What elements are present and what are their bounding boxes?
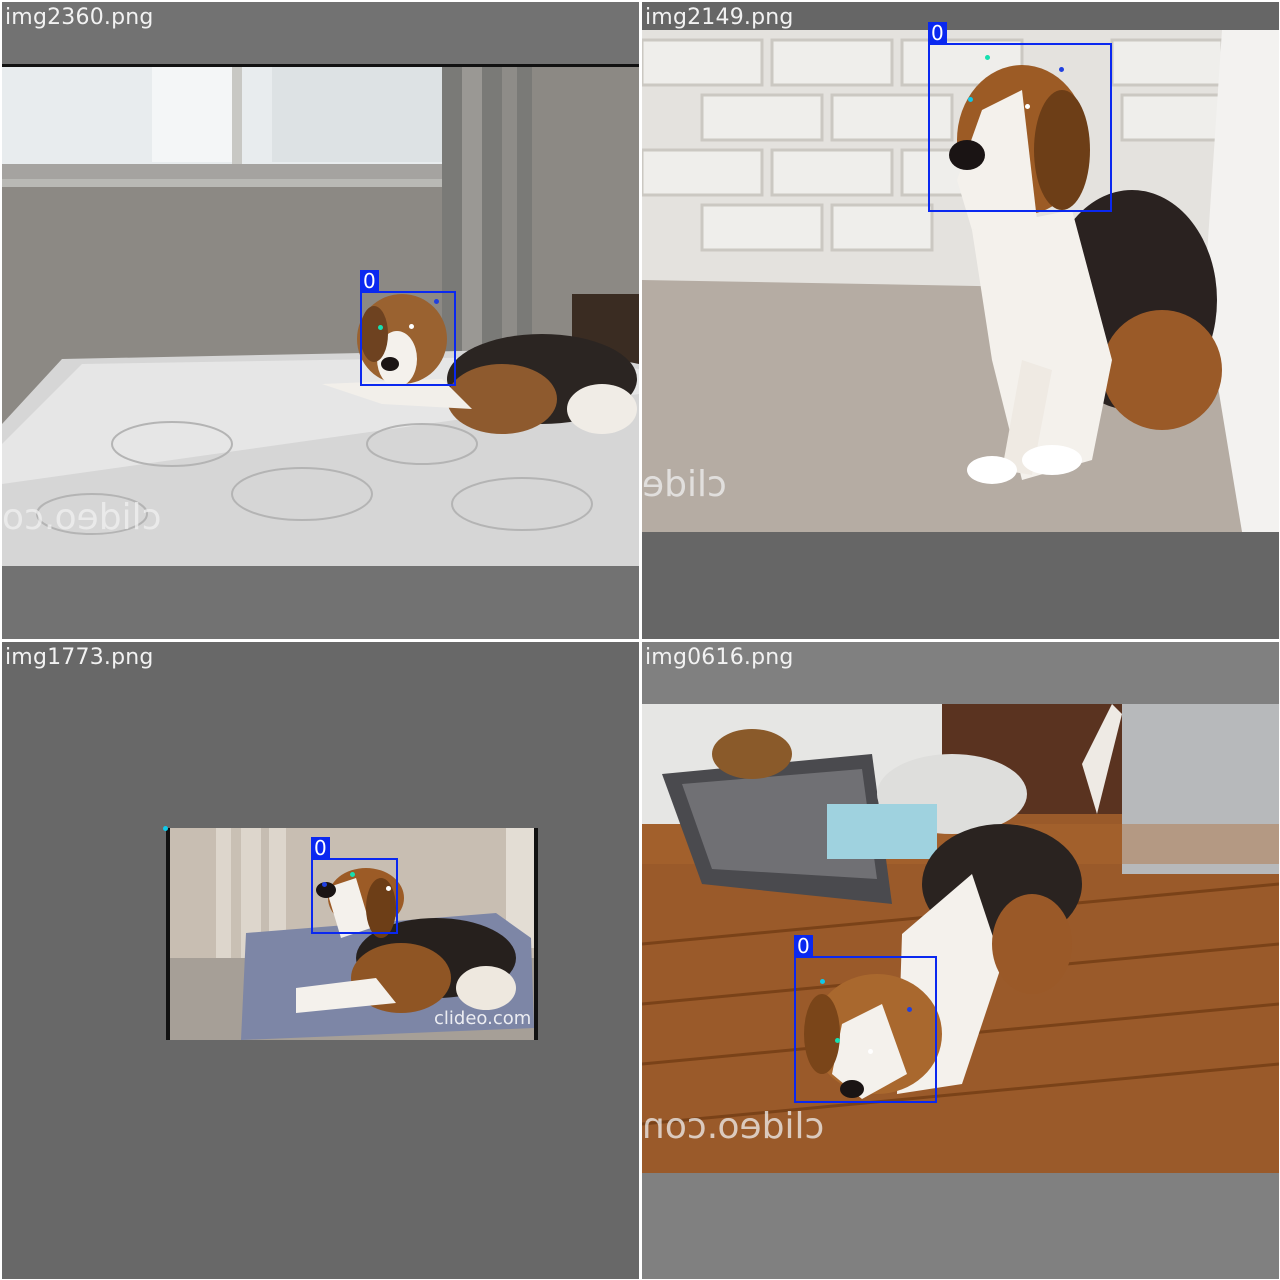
keypoint-nose [409, 324, 414, 329]
tile-img0616[interactable]: img0616.png clideo.con 0 [642, 642, 1279, 1279]
detection-label: 0 [794, 935, 813, 957]
detection-box[interactable] [360, 291, 456, 386]
detection-box[interactable] [794, 956, 937, 1103]
watermark-text: clideo.com [434, 1008, 532, 1029]
filename-label: img2360.png [5, 5, 154, 30]
detection-label: 0 [311, 837, 330, 859]
detection-label: 0 [928, 22, 947, 44]
keypoint-right-eye [322, 882, 327, 887]
filename-label: img2149.png [645, 5, 794, 30]
keypoint-extra [820, 979, 825, 984]
keypoint-left-eye [835, 1038, 840, 1043]
keypoint-right-eye [1059, 67, 1064, 72]
tile-img1773[interactable]: img1773.png clideo.com 0 [2, 642, 639, 1279]
filename-label: img0616.png [645, 645, 794, 670]
keypoint-right-eye [434, 299, 439, 304]
tile-img2149[interactable]: img2149.png clide 0 [642, 2, 1279, 639]
keypoint-left-eye [350, 872, 355, 877]
watermark-text: clideo.con [642, 1106, 825, 1147]
detection-label: 0 [360, 270, 379, 292]
keypoint-extra [968, 97, 973, 102]
keypoint-nose [386, 886, 391, 891]
keypoint-extra [163, 826, 168, 831]
detection-box[interactable] [311, 858, 398, 934]
keypoint-left-eye [378, 325, 383, 330]
photo-dog-on-mattress [2, 64, 639, 566]
image-grid: img2360.png clideo.co 0 img2149.png clid… [0, 0, 1280, 1280]
keypoint-nose [868, 1049, 873, 1054]
detection-box[interactable] [928, 43, 1112, 212]
watermark-text: clide [642, 464, 727, 505]
filename-label: img1773.png [5, 645, 154, 670]
keypoint-left-eye [985, 55, 990, 60]
tile-img2360[interactable]: img2360.png clideo.co 0 [2, 2, 639, 639]
keypoint-right-eye [907, 1007, 912, 1012]
keypoint-nose [1025, 104, 1030, 109]
photo-dog-walking [642, 704, 1279, 1173]
watermark-text: clideo.co [2, 497, 162, 538]
